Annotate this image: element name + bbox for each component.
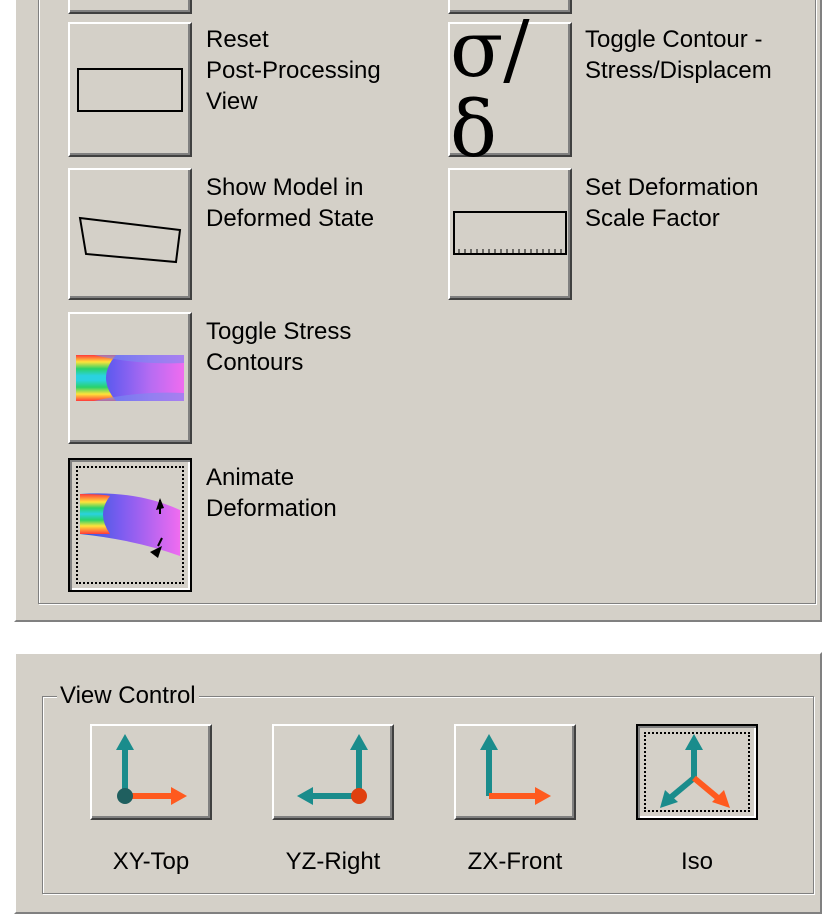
- reset-view-label: Reset Post-Processing View: [206, 26, 381, 115]
- rectangle-icon: [77, 67, 183, 112]
- zx-axes-icon: [475, 732, 555, 812]
- view-zx-front-label: ZX-Front: [467, 848, 563, 875]
- iso-axes-icon: [654, 732, 740, 812]
- view-yz-right-button[interactable]: [272, 724, 394, 820]
- view-control-title: View Control: [57, 682, 199, 710]
- toggle-contour-type-button[interactable]: σ/δ: [448, 10, 572, 170]
- stress-contour-icon: [76, 355, 184, 401]
- animate-deformation-button[interactable]: [68, 458, 192, 592]
- view-yz-right-label: YZ-Right: [285, 848, 381, 875]
- show-deformed-button[interactable]: [68, 168, 192, 300]
- partial-button-left[interactable]: [68, 0, 192, 14]
- sigma-delta-icon: σ/δ: [450, 4, 530, 175]
- xy-axes-icon: [111, 732, 191, 812]
- view-zx-front-button[interactable]: [454, 724, 576, 820]
- deformation-scale-label: Set Deformation Scale Factor: [585, 174, 759, 232]
- view-xy-top-label: XY-Top: [112, 848, 190, 875]
- animate-deformation-icon: [76, 484, 184, 566]
- view-iso-button[interactable]: [636, 724, 758, 820]
- deformed-shape-icon: [76, 204, 184, 264]
- reset-view-button[interactable]: [68, 22, 192, 157]
- ruler-icon: [453, 211, 567, 257]
- toggle-contour-type-label: Toggle Contour - Stress/Displacem: [585, 26, 772, 84]
- deformation-scale-button[interactable]: [448, 168, 572, 300]
- show-deformed-label: Show Model in Deformed State: [206, 174, 375, 232]
- animate-deformation-label: Animate Deformation: [206, 464, 337, 522]
- view-iso-label: Iso: [680, 848, 713, 875]
- toggle-stress-contours-button[interactable]: [68, 312, 192, 444]
- view-xy-top-button[interactable]: [90, 724, 212, 820]
- toggle-stress-contours-label: Toggle Stress Contours: [206, 318, 352, 376]
- yz-axes-icon: [293, 732, 373, 812]
